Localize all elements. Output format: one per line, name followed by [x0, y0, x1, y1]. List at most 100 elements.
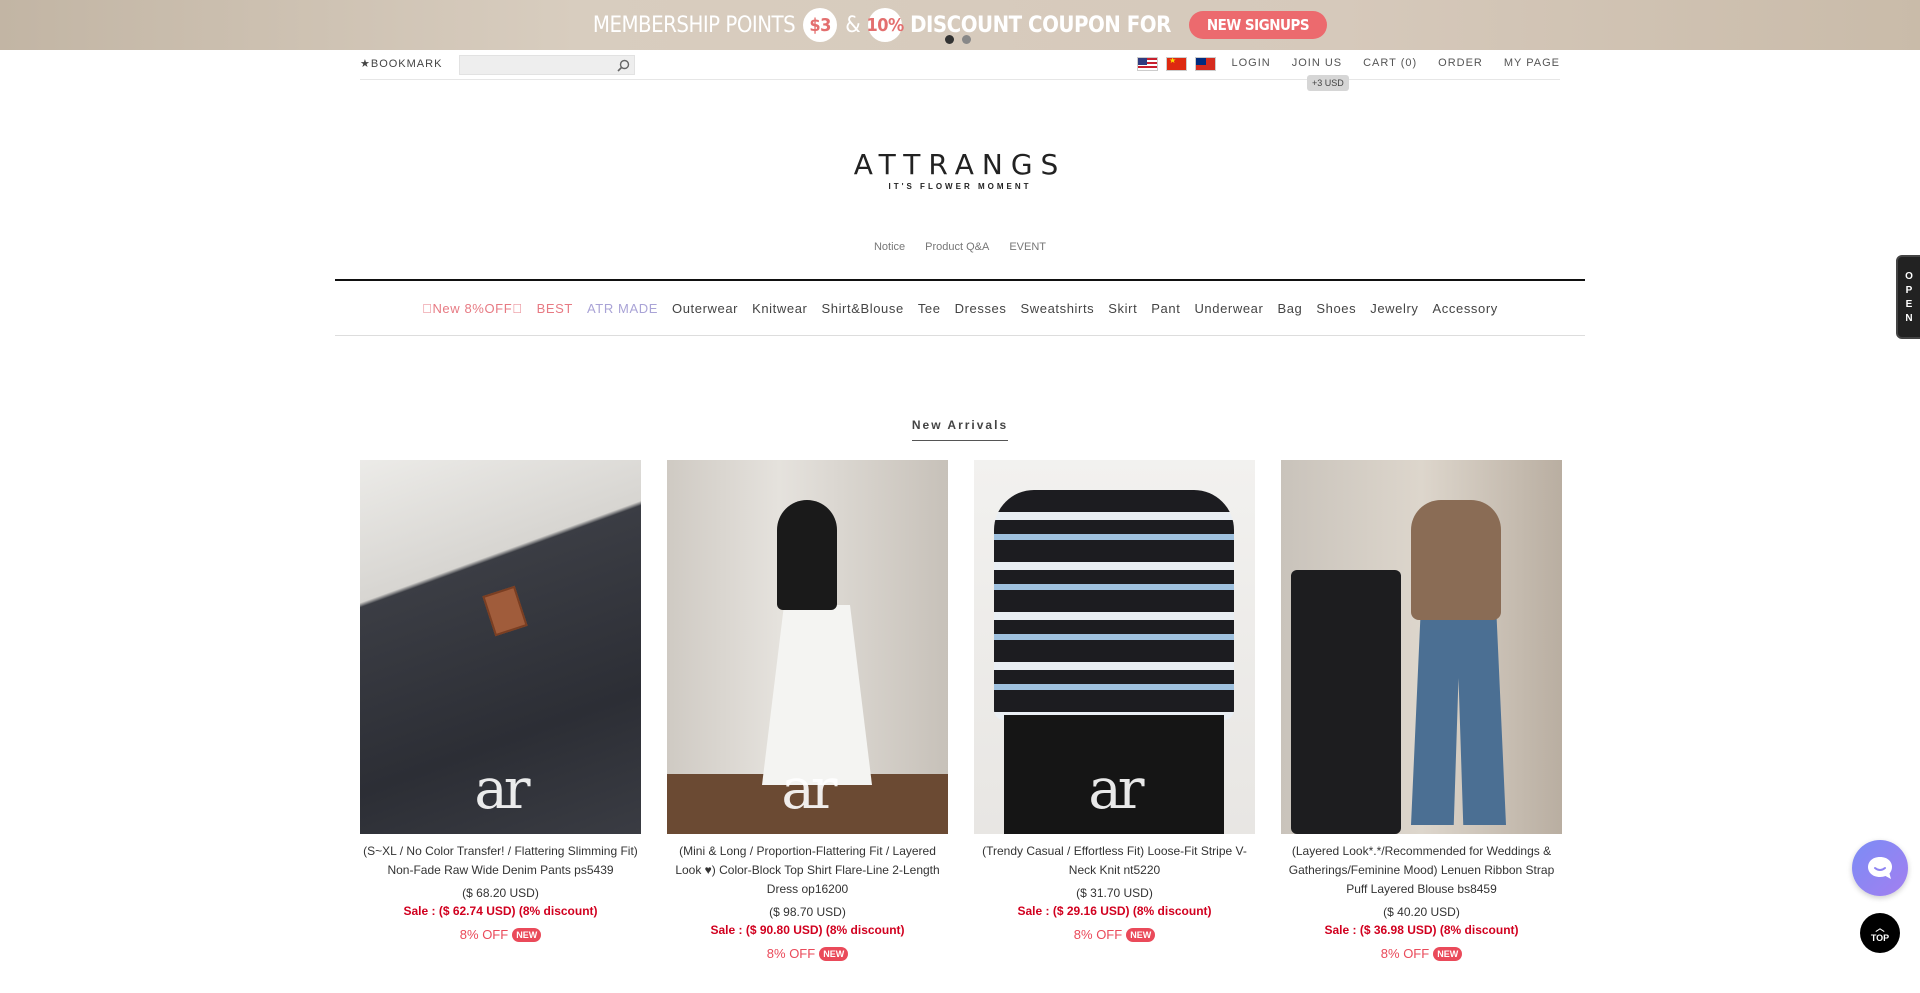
logo-tagline: IT'S FLOWER MOMENT — [888, 182, 1032, 191]
product-price: ($ 98.70 USD) — [769, 905, 846, 919]
product-image[interactable] — [1281, 460, 1562, 834]
new-signups-button[interactable]: NEW SIGNUPS — [1188, 11, 1328, 39]
chat-button[interactable] — [1852, 840, 1908, 896]
new-badge: NEW — [1126, 927, 1156, 942]
product-name[interactable]: (S~XL / No Color Transfer! / Flattering … — [360, 842, 641, 880]
site-logo[interactable]: ATTRANGS IT'S FLOWER MOMENT — [0, 148, 1920, 191]
bookmark-link[interactable]: ★BOOKMARK — [360, 57, 442, 70]
sale-label: Sale — [710, 923, 736, 937]
sale-label: Sale — [1017, 904, 1043, 918]
top-utility-bar: ★BOOKMARK LOGIN JOIN US CART (0) ORDER M… — [360, 50, 1560, 91]
side-open-tab[interactable]: O P E N — [1896, 255, 1920, 339]
promo-banner[interactable]: MEMBERSHIP POINTS $3 & 10% DISCOUNT COUP… — [0, 0, 1920, 50]
discount-line: 8% OFF NEW — [360, 927, 641, 942]
search-input[interactable] — [460, 56, 610, 74]
product-card[interactable]: (Layered Look*.*/Recommended for Wedding… — [1281, 460, 1562, 961]
photo-counter — [1291, 570, 1401, 834]
category-shirt-blouse[interactable]: Shirt&Blouse — [821, 301, 903, 316]
product-price: ($ 40.20 USD) — [1383, 905, 1460, 919]
product-image[interactable]: ar — [360, 460, 641, 834]
discount-line: 8% OFF NEW — [667, 946, 948, 961]
category-bag[interactable]: Bag — [1277, 301, 1302, 316]
new-badge: NEW — [1433, 946, 1463, 961]
arrow-up-icon: ︿ — [1875, 923, 1885, 933]
discount-text: 8% OFF — [1073, 927, 1123, 942]
product-sale-price: Sale : ($ 36.98 USD) (8% discount) — [1281, 923, 1562, 937]
product-image[interactable]: ar — [974, 460, 1255, 834]
banner-membership-text: MEMBERSHIP POINTS — [592, 12, 796, 38]
product-price: ($ 68.20 USD) — [462, 886, 539, 900]
category-underwear[interactable]: Underwear — [1194, 301, 1263, 316]
product-sale-price: Sale : ($ 90.80 USD) (8% discount) — [667, 923, 948, 937]
category-best[interactable]: BEST — [537, 301, 573, 316]
photo-knit — [994, 490, 1234, 720]
new-badge: NEW — [819, 946, 849, 961]
scroll-top-button[interactable]: ︿ TOP — [1860, 913, 1900, 953]
notice-link[interactable]: Notice — [874, 241, 905, 253]
watermark-logo: ar — [474, 757, 530, 822]
board-links: Notice Product Q&A EVENT — [0, 241, 1920, 253]
photo-figure — [777, 500, 837, 610]
product-name[interactable]: (Trendy Casual / Effortless Fit) Loose-F… — [974, 842, 1255, 880]
product-sale-price: Sale : ($ 62.74 USD) (8% discount) — [360, 904, 641, 918]
discount-text: 8% OFF — [1380, 946, 1430, 961]
category-knitwear[interactable]: Knitwear — [752, 301, 807, 316]
banner-amount-badge: $3 — [803, 8, 838, 42]
category-skirt[interactable]: Skirt — [1108, 301, 1137, 316]
join-us-link[interactable]: JOIN US — [1292, 57, 1342, 69]
search-icon[interactable] — [617, 59, 630, 72]
product-card[interactable]: ar (Trendy Casual / Effortless Fit) Loos… — [974, 460, 1255, 961]
category-jewelry[interactable]: Jewelry — [1370, 301, 1418, 316]
logo-wordmark[interactable]: ATTRANGS — [0, 148, 1920, 181]
sale-value: : ($ 62.74 USD) (8% discount) — [431, 904, 598, 918]
category-tee[interactable]: Tee — [918, 301, 941, 316]
flag-us-icon[interactable] — [1137, 57, 1158, 71]
category-atr-made[interactable]: ATR MADE — [587, 301, 658, 316]
new-arrivals-heading: New Arrivals — [0, 416, 1920, 441]
category-shoes[interactable]: Shoes — [1316, 301, 1356, 316]
section-title: New Arrivals — [911, 418, 1009, 441]
sale-value: : ($ 29.16 USD) (8% discount) — [1045, 904, 1212, 918]
category-new[interactable]:  New 8%OFF  — [422, 301, 523, 316]
category-outerwear[interactable]: Outerwear — [672, 301, 738, 316]
top-label: TOP — [1870, 933, 1890, 943]
flag-tw-icon[interactable] — [1195, 57, 1216, 71]
category-sweatshirts[interactable]: Sweatshirts — [1020, 301, 1094, 316]
event-link[interactable]: EVENT — [1009, 241, 1046, 253]
category-pant[interactable]: Pant — [1151, 301, 1180, 316]
my-page-link[interactable]: MY PAGE — [1504, 57, 1560, 69]
open-letter: E — [1905, 298, 1913, 310]
denim-leather-patch — [482, 585, 528, 637]
join-bonus-tooltip: +3 USD — [1307, 75, 1349, 91]
banner-pagination — [945, 35, 971, 44]
discount-line: 8% OFF NEW — [974, 927, 1255, 942]
category-dresses[interactable]: Dresses — [955, 301, 1007, 316]
login-link[interactable]: LOGIN — [1231, 57, 1270, 69]
search-box — [459, 55, 635, 75]
product-card[interactable]: ar (Mini & Long / Proportion-Flattering … — [667, 460, 948, 961]
watermark-logo: ar — [1088, 757, 1144, 822]
banner-percent-badge: 10% — [867, 8, 904, 42]
product-grid: ar (S~XL / No Color Transfer! / Flatteri… — [360, 460, 1562, 961]
banner-dot-1[interactable] — [945, 35, 954, 44]
photo-jeans — [1411, 615, 1506, 825]
product-card[interactable]: ar (S~XL / No Color Transfer! / Flatteri… — [360, 460, 641, 961]
flag-cn-icon[interactable] — [1166, 56, 1187, 71]
banner-dot-2[interactable] — [962, 35, 971, 44]
product-price: ($ 31.70 USD) — [1076, 886, 1153, 900]
order-link[interactable]: ORDER — [1438, 57, 1483, 69]
discount-line: 8% OFF NEW — [1281, 946, 1562, 961]
product-image[interactable]: ar — [667, 460, 948, 834]
banner-discount-text: DISCOUNT COUPON FOR — [910, 12, 1171, 38]
cart-link[interactable]: CART (0) — [1363, 57, 1417, 69]
sale-label: Sale — [403, 904, 429, 918]
product-sale-price: Sale : ($ 29.16 USD) (8% discount) — [974, 904, 1255, 918]
category-accessory[interactable]: Accessory — [1433, 301, 1498, 316]
open-letter: P — [1905, 284, 1913, 296]
product-qa-link[interactable]: Product Q&A — [925, 241, 989, 253]
language-flags — [1137, 56, 1216, 71]
open-letter: N — [1905, 312, 1913, 324]
product-name[interactable]: (Mini & Long / Proportion-Flattering Fit… — [667, 842, 948, 899]
open-letter: O — [1905, 270, 1913, 282]
product-name[interactable]: (Layered Look*.*/Recommended for Wedding… — [1281, 842, 1562, 899]
